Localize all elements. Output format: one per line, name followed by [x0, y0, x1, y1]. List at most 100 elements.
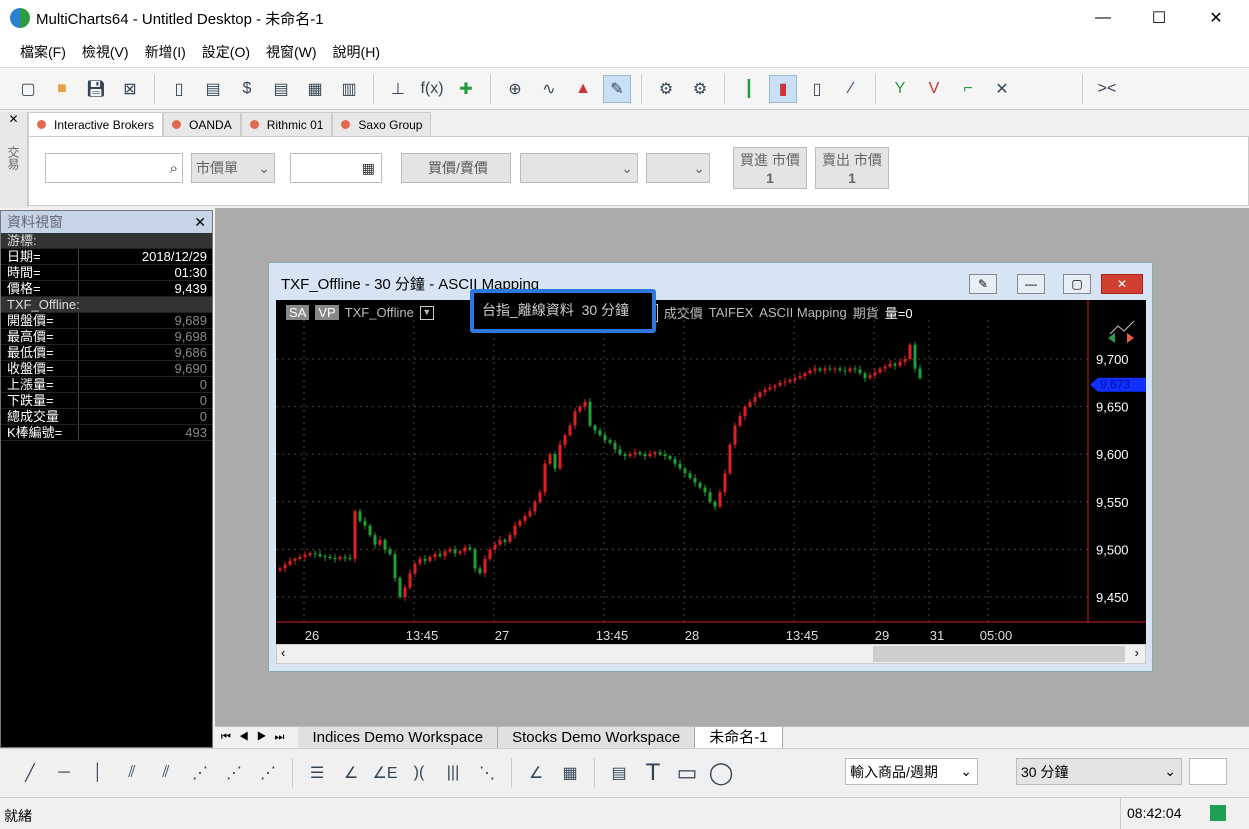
chart-close-button[interactable]: ✕	[1101, 274, 1143, 294]
save-icon[interactable]: 💾︎	[82, 75, 110, 103]
pitchfork-icon[interactable]: ⋰	[186, 759, 214, 787]
connection-status-icon	[1210, 805, 1226, 821]
vp-button[interactable]: VP	[315, 305, 339, 320]
symbol-interval-input[interactable]: 輸入商品/週期 ⌄	[845, 758, 978, 785]
sell-market-button[interactable]: 賣出 市價 1	[815, 147, 889, 189]
data-value: 0	[199, 377, 207, 392]
channel-icon[interactable]: ⫽	[152, 759, 180, 787]
menu-insert[interactable]: 新增(I)	[145, 42, 186, 62]
tab-untitled-workspace[interactable]: 未命名-1	[695, 726, 783, 749]
tab-rithmic[interactable]: Rithmic 01	[240, 112, 333, 136]
ohlc-bar-icon[interactable]: ┃	[735, 75, 763, 103]
formula-icon[interactable]: f(x)	[418, 75, 446, 103]
candle-body	[343, 557, 347, 559]
window-settings-icon[interactable]: ⚙	[686, 75, 714, 103]
symbol-search-input[interactable]: ⌕	[45, 153, 183, 183]
gann-fan-icon[interactable]: ⋱	[473, 759, 501, 787]
grid-tool-icon[interactable]: ▦	[556, 759, 584, 787]
rectangle-tool-icon[interactable]: ▭	[673, 759, 701, 787]
bid-ask-button[interactable]: 買價/賣價	[401, 153, 511, 183]
tab-indices-workspace[interactable]: Indices Demo Workspace	[298, 726, 499, 749]
ellipse-tool-icon[interactable]: ◯	[707, 759, 735, 787]
close-button[interactable]: ✕	[1193, 0, 1239, 36]
close-workspace-icon[interactable]: ⊠	[116, 75, 144, 103]
account-select[interactable]: ⌄	[520, 153, 638, 183]
open-folder-icon[interactable]: ■	[48, 75, 76, 103]
text-tool-icon[interactable]: T	[639, 759, 667, 787]
candle-body	[848, 368, 852, 372]
menu-help[interactable]: 說明(H)	[333, 42, 380, 62]
tab-interactive-brokers[interactable]: Interactive Brokers	[28, 112, 164, 136]
time-zones-icon[interactable]: |||	[439, 759, 467, 787]
add-signal-icon[interactable]: ▲	[569, 75, 597, 103]
menu-window[interactable]: 視窗(W)	[266, 42, 317, 62]
collapse-panels-icon[interactable]: ><	[1093, 75, 1121, 103]
interval-select[interactable]: 30 分鐘 ⌄	[1016, 758, 1182, 785]
renko-icon[interactable]: V	[920, 75, 948, 103]
close-data-window-icon[interactable]: ✕	[194, 214, 206, 231]
grid-icon[interactable]: ▦	[301, 75, 329, 103]
format-settings-icon[interactable]: ⚙	[652, 75, 680, 103]
price-chart[interactable]: 26 13:45 27 13:45 28 13:45 29 31 05:00 9,450 9,500…	[276, 300, 1146, 644]
fibonacci-retracement-icon[interactable]: ☰	[303, 759, 331, 787]
fib-arcs-icon[interactable]: )(	[405, 759, 433, 787]
add-symbol-icon[interactable]: ⊕	[501, 75, 529, 103]
menu-settings[interactable]: 設定(O)	[202, 42, 250, 62]
scroll-left-icon[interactable]: ‹	[281, 645, 285, 660]
calculator-icon[interactable]: ▤	[605, 759, 633, 787]
candle-body	[598, 430, 602, 436]
chart-maximize-button[interactable]: ▢	[1063, 274, 1091, 294]
scroll-thumb[interactable]	[873, 646, 1125, 662]
fib-fan-icon[interactable]: ∠	[337, 759, 365, 787]
chart-minimize-button[interactable]: —	[1017, 274, 1045, 294]
scanner-icon[interactable]: ▤	[199, 75, 227, 103]
menu-view[interactable]: 檢視(V)	[82, 42, 129, 62]
bar-chart-type-icon[interactable]: Y	[886, 75, 914, 103]
vertical-line-icon[interactable]: │	[84, 759, 112, 787]
insert-study-icon[interactable]: ⊥	[384, 75, 412, 103]
trend-line-icon[interactable]: ╱	[16, 759, 44, 787]
symbol-dropdown-icon[interactable]: ▼	[419, 305, 434, 320]
report-icon[interactable]: ▥	[335, 75, 363, 103]
new-workspace-icon[interactable]: ▢	[14, 75, 42, 103]
drawing-tool-icon[interactable]: ✎	[603, 74, 631, 103]
dom-icon[interactable]: ▤	[267, 75, 295, 103]
quantity-stepper[interactable]: ▦	[290, 153, 382, 183]
workspace-nav-arrows-icon[interactable]: ⏮◀▶⏭	[215, 731, 298, 744]
point-figure-icon[interactable]: ✕	[988, 75, 1016, 103]
candlestick-icon[interactable]: ▮	[769, 74, 797, 103]
sa-button[interactable]: SA	[286, 305, 310, 320]
scroll-right-icon[interactable]: ›	[1135, 645, 1139, 660]
order-type-select[interactable]: 市價單 ⌄	[191, 153, 275, 183]
chart-window: TXF_Offline - 30 分鐘 - ASCII Mapping ✎ — …	[268, 262, 1153, 672]
line-chart-icon[interactable]: ⁄	[837, 75, 865, 103]
horizontal-scrollbar[interactable]: ‹ ›	[276, 644, 1146, 664]
tab-saxo[interactable]: Saxo Group	[332, 112, 432, 136]
hollow-candle-icon[interactable]: ▯	[803, 75, 831, 103]
horizontal-line-icon[interactable]: ─	[50, 759, 78, 787]
close-order-bar-icon[interactable]: ✕	[0, 112, 27, 126]
chart-settings-button[interactable]: ✎	[969, 274, 997, 294]
fan-lines-icon[interactable]: ⋰	[220, 759, 248, 787]
tab-label: Interactive Brokers	[54, 117, 155, 132]
portfolio-icon[interactable]: $	[233, 75, 261, 103]
kagi-icon[interactable]: ⌐	[954, 75, 982, 103]
new-chart-icon[interactable]: ▯	[165, 75, 193, 103]
tif-select[interactable]: ⌄	[646, 153, 710, 183]
order-bar-side-handle[interactable]: ✕ 交易	[0, 112, 28, 208]
parallel-channel-icon[interactable]: ⫽	[118, 759, 146, 787]
chart-plot-area[interactable]: 26 13:45 27 13:45 28 13:45 29 31 05:00 9,450 9,500…	[276, 300, 1146, 644]
maximize-button[interactable]: ☐	[1136, 0, 1182, 36]
quantity-input[interactable]	[1189, 758, 1227, 785]
add-indicator-icon[interactable]: ∿	[535, 75, 563, 103]
tab-oanda[interactable]: OANDA	[163, 112, 241, 136]
speed-lines-icon[interactable]: ⋰	[254, 759, 282, 787]
buy-market-button[interactable]: 買進 市價 1	[733, 147, 807, 189]
fib-extension-icon[interactable]: ∠E	[371, 759, 399, 787]
plugin-icon[interactable]: ✚	[452, 75, 480, 103]
tab-stocks-workspace[interactable]: Stocks Demo Workspace	[498, 726, 696, 749]
andrews-icon[interactable]: ∠	[522, 759, 550, 787]
menu-file[interactable]: 檔案(F)	[20, 42, 66, 62]
minimize-button[interactable]: —	[1080, 0, 1126, 36]
calculator-icon[interactable]: ▦	[362, 160, 375, 177]
